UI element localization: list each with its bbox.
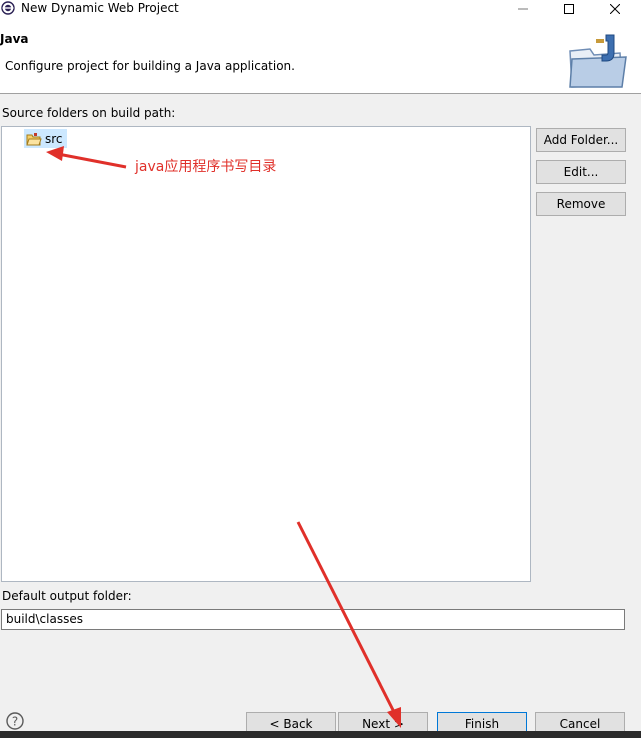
edit-button[interactable]: Edit...: [536, 160, 626, 184]
eclipse-icon: [1, 1, 15, 15]
java-folder-icon: [569, 34, 627, 88]
source-folders-label: Source folders on build path:: [2, 106, 176, 120]
maximize-button[interactable]: [546, 0, 592, 17]
svg-text:?: ?: [12, 715, 18, 729]
output-folder-field[interactable]: build\classes: [1, 609, 625, 630]
annotation-text: java应用程序书写目录: [135, 159, 277, 175]
tree-item-label: src: [45, 131, 63, 146]
source-folder-icon: [26, 132, 42, 145]
close-button[interactable]: [592, 0, 638, 17]
page-title: Java: [0, 32, 29, 46]
add-folder-button[interactable]: Add Folder...: [536, 128, 626, 152]
wizard-banner: Java Configure project for building a Ja…: [0, 17, 641, 94]
source-folder-tree[interactable]: src: [1, 126, 531, 582]
maximize-icon: [564, 3, 574, 14]
minimize-button[interactable]: [500, 0, 546, 17]
minimize-icon: [518, 8, 528, 9]
close-icon: [610, 3, 620, 14]
taskbar-strip: [0, 731, 641, 738]
page-description: Configure project for building a Java ap…: [5, 59, 295, 73]
help-icon[interactable]: ?: [6, 712, 24, 730]
remove-button[interactable]: Remove: [536, 192, 626, 216]
window-title: New Dynamic Web Project: [21, 1, 179, 15]
title-bar: New Dynamic Web Project: [0, 0, 641, 17]
tree-item-src[interactable]: src: [24, 129, 67, 148]
output-folder-label: Default output folder:: [2, 589, 132, 603]
